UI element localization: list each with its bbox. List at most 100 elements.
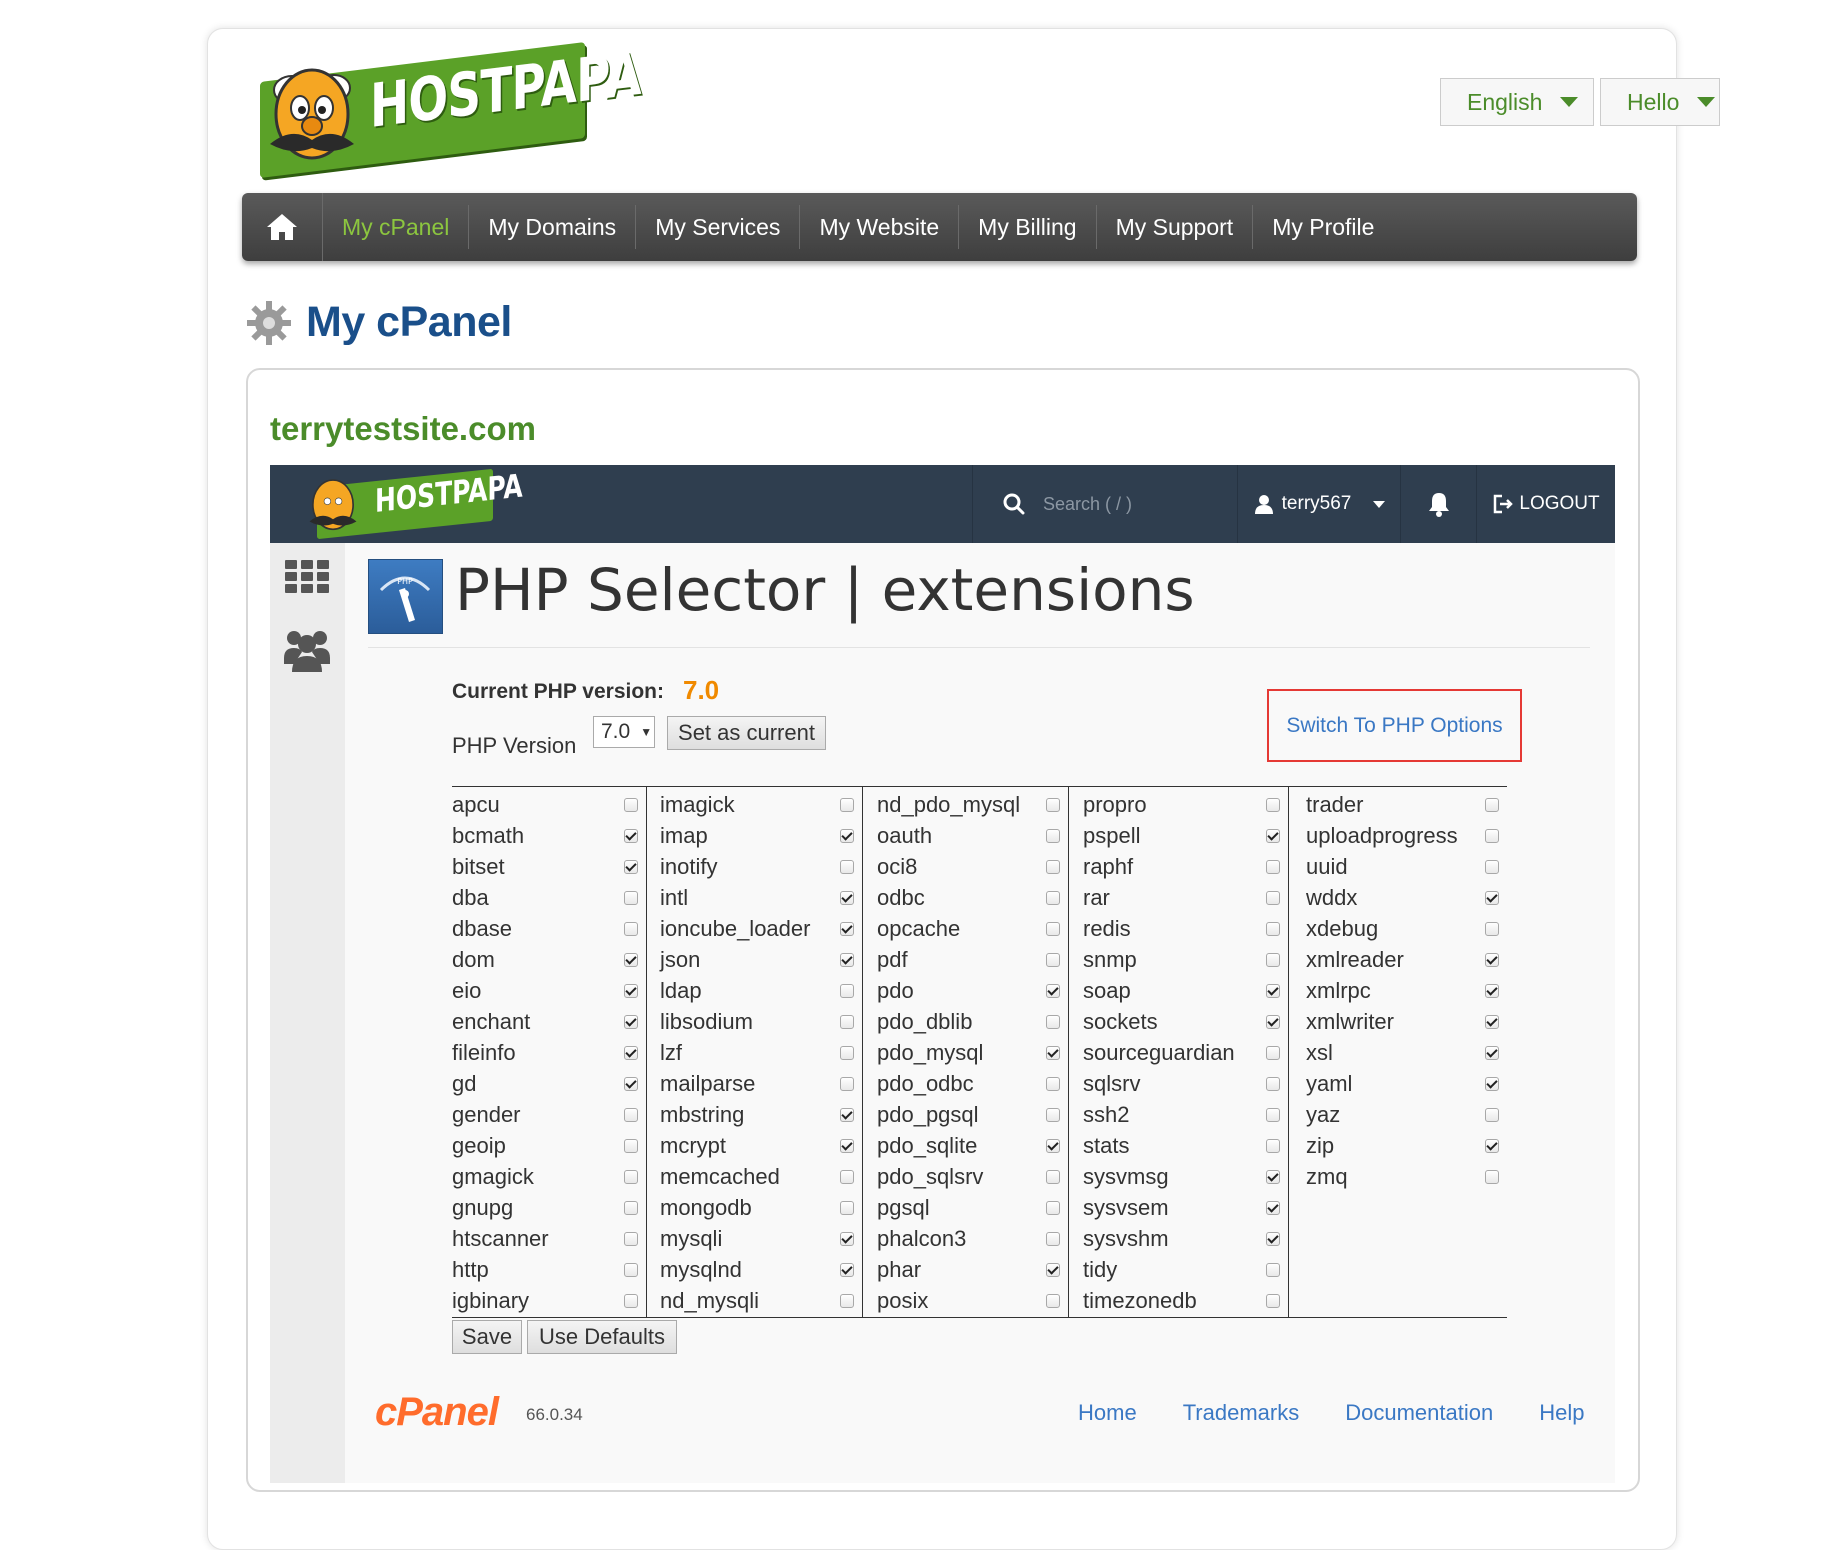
extension-checkbox[interactable] <box>1046 1293 1060 1308</box>
extension-checkbox[interactable] <box>624 921 638 936</box>
extension-checkbox[interactable] <box>1266 921 1280 936</box>
home-button[interactable] <box>242 193 323 261</box>
extension-checkbox[interactable] <box>624 983 638 998</box>
extension-checkbox[interactable] <box>624 1107 638 1122</box>
extension-checkbox[interactable] <box>840 1107 854 1122</box>
logout-button[interactable]: LOGOUT <box>1476 465 1616 543</box>
extension-checkbox[interactable] <box>624 859 638 874</box>
extension-checkbox[interactable] <box>1485 1169 1499 1184</box>
extension-checkbox[interactable] <box>840 890 854 905</box>
extension-checkbox[interactable] <box>840 1014 854 1029</box>
footer-link-documentation[interactable]: Documentation <box>1345 1400 1493 1426</box>
extension-checkbox[interactable] <box>1046 1014 1060 1029</box>
extension-checkbox[interactable] <box>840 797 854 812</box>
switch-to-php-options-link[interactable]: Switch To PHP Options <box>1286 714 1502 738</box>
extension-checkbox[interactable] <box>1046 1045 1060 1060</box>
extension-checkbox[interactable] <box>840 983 854 998</box>
extension-checkbox[interactable] <box>1266 983 1280 998</box>
extension-checkbox[interactable] <box>1046 1200 1060 1215</box>
extension-checkbox[interactable] <box>840 859 854 874</box>
extension-checkbox[interactable] <box>840 1262 854 1277</box>
extension-checkbox[interactable] <box>1485 1076 1499 1091</box>
extension-checkbox[interactable] <box>624 1045 638 1060</box>
extension-checkbox[interactable] <box>1485 921 1499 936</box>
use-defaults-button[interactable]: Use Defaults <box>527 1320 677 1354</box>
extension-checkbox[interactable] <box>1046 890 1060 905</box>
language-dropdown[interactable]: English <box>1440 78 1594 126</box>
extension-checkbox[interactable] <box>840 1169 854 1184</box>
extension-checkbox[interactable] <box>624 797 638 812</box>
extension-checkbox[interactable] <box>840 1231 854 1246</box>
extension-checkbox[interactable] <box>1485 983 1499 998</box>
extension-checkbox[interactable] <box>1046 859 1060 874</box>
extension-checkbox[interactable] <box>1266 952 1280 967</box>
nav-my-services[interactable]: My Services <box>636 205 801 249</box>
extension-checkbox[interactable] <box>1266 1293 1280 1308</box>
extension-checkbox[interactable] <box>840 1076 854 1091</box>
extension-checkbox[interactable] <box>1266 828 1280 843</box>
nav-my-profile[interactable]: My Profile <box>1253 205 1393 249</box>
extension-checkbox[interactable] <box>840 1200 854 1215</box>
nav-my-billing[interactable]: My Billing <box>959 205 1097 249</box>
sidebar-users-button[interactable] <box>284 628 330 677</box>
extension-checkbox[interactable] <box>624 952 638 967</box>
extension-checkbox[interactable] <box>624 1169 638 1184</box>
extension-checkbox[interactable] <box>1266 859 1280 874</box>
hello-dropdown[interactable]: Hello <box>1600 78 1720 126</box>
sidebar-apps-button[interactable] <box>285 560 329 599</box>
extension-checkbox[interactable] <box>840 828 854 843</box>
extension-checkbox[interactable] <box>1046 1107 1060 1122</box>
cpanel-search[interactable]: Search ( / ) <box>972 465 1237 543</box>
extension-checkbox[interactable] <box>1046 921 1060 936</box>
user-menu[interactable]: terry567 <box>1237 465 1401 543</box>
hostpapa-logo[interactable]: HOSTPAPA <box>240 39 641 178</box>
extension-checkbox[interactable] <box>1046 797 1060 812</box>
extension-checkbox[interactable] <box>1046 828 1060 843</box>
extension-checkbox[interactable] <box>1485 1045 1499 1060</box>
extension-checkbox[interactable] <box>1046 1076 1060 1091</box>
extension-checkbox[interactable] <box>624 1076 638 1091</box>
extension-checkbox[interactable] <box>1046 952 1060 967</box>
extension-checkbox[interactable] <box>840 921 854 936</box>
nav-my-support[interactable]: My Support <box>1097 205 1254 249</box>
extension-checkbox[interactable] <box>1485 890 1499 905</box>
php-version-select[interactable]: 7.0 ▼ <box>593 716 655 748</box>
extension-checkbox[interactable] <box>624 1293 638 1308</box>
extension-checkbox[interactable] <box>1485 1138 1499 1153</box>
extension-checkbox[interactable] <box>624 1200 638 1215</box>
extension-checkbox[interactable] <box>840 1293 854 1308</box>
nav-my-domains[interactable]: My Domains <box>469 205 637 249</box>
extension-checkbox[interactable] <box>1266 1045 1280 1060</box>
notifications-button[interactable] <box>1400 465 1477 543</box>
extension-checkbox[interactable] <box>624 1262 638 1277</box>
extension-checkbox[interactable] <box>1266 1262 1280 1277</box>
extension-checkbox[interactable] <box>1485 797 1499 812</box>
nav-my-website[interactable]: My Website <box>800 205 960 249</box>
extension-checkbox[interactable] <box>624 1014 638 1029</box>
extension-checkbox[interactable] <box>840 1045 854 1060</box>
extension-checkbox[interactable] <box>624 890 638 905</box>
save-button[interactable]: Save <box>452 1320 522 1354</box>
set-as-current-button[interactable]: Set as current <box>667 716 826 750</box>
extension-checkbox[interactable] <box>1266 1138 1280 1153</box>
footer-link-trademarks[interactable]: Trademarks <box>1183 1400 1300 1426</box>
extension-checkbox[interactable] <box>1485 1107 1499 1122</box>
extension-checkbox[interactable] <box>1266 890 1280 905</box>
cpanel-hostpapa-logo[interactable]: HOSTPAPA <box>303 466 523 540</box>
extension-checkbox[interactable] <box>1485 828 1499 843</box>
extension-checkbox[interactable] <box>1485 1014 1499 1029</box>
extension-checkbox[interactable] <box>1266 1200 1280 1215</box>
extension-checkbox[interactable] <box>1046 1169 1060 1184</box>
footer-link-help[interactable]: Help <box>1539 1400 1584 1426</box>
extension-checkbox[interactable] <box>1046 983 1060 998</box>
footer-link-home[interactable]: Home <box>1078 1400 1137 1426</box>
extension-checkbox[interactable] <box>1266 797 1280 812</box>
extension-checkbox[interactable] <box>1266 1014 1280 1029</box>
extension-checkbox[interactable] <box>840 952 854 967</box>
extension-checkbox[interactable] <box>1046 1231 1060 1246</box>
extension-checkbox[interactable] <box>1266 1107 1280 1122</box>
extension-checkbox[interactable] <box>624 1231 638 1246</box>
extension-checkbox[interactable] <box>1046 1138 1060 1153</box>
extension-checkbox[interactable] <box>840 1138 854 1153</box>
extension-checkbox[interactable] <box>1485 952 1499 967</box>
